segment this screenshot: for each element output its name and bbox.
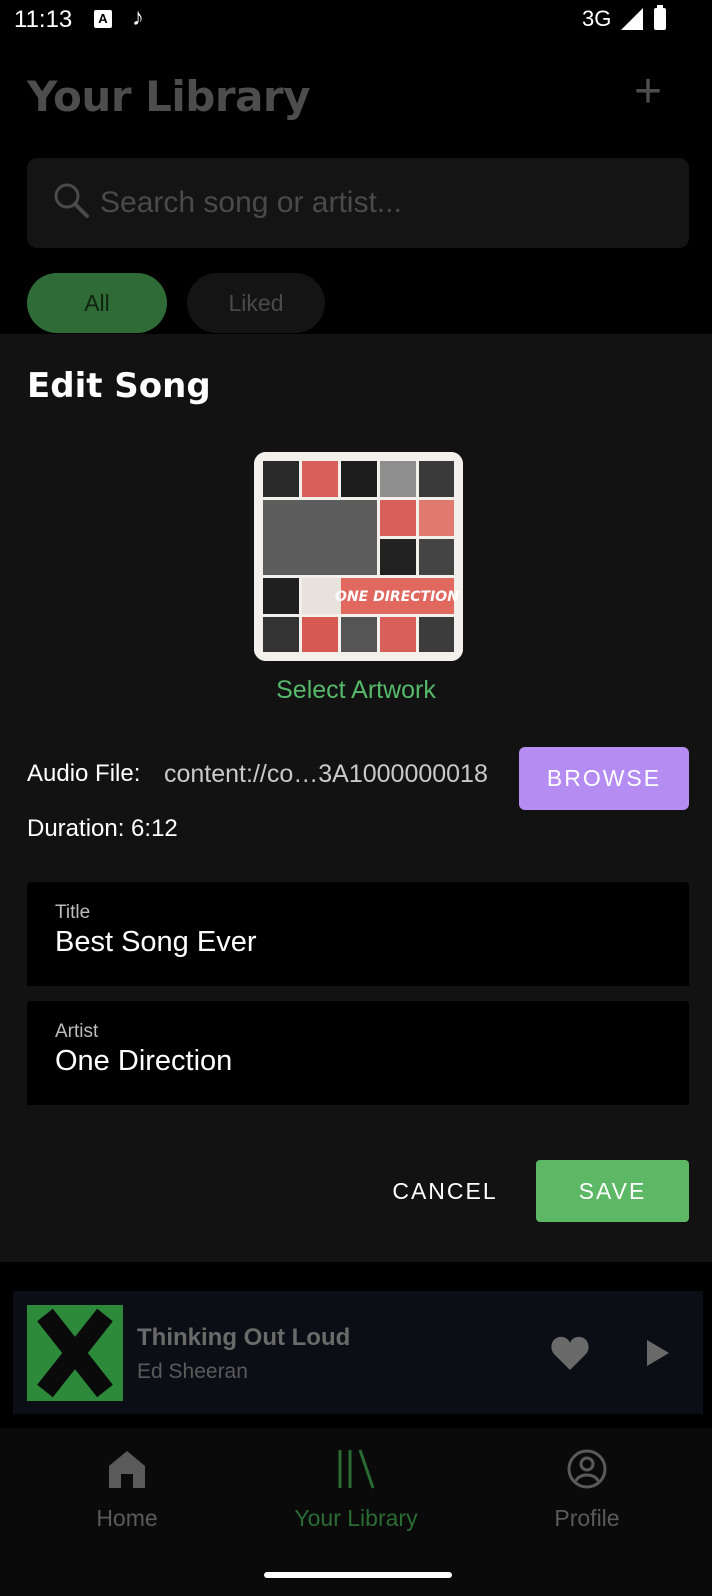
album-collage: ONE DIRECTION [254,452,463,661]
cancel-button[interactable]: CANCEL [385,1160,505,1222]
browse-button[interactable]: BROWSE [519,747,689,810]
notification-a-icon: A [94,10,112,28]
save-button[interactable]: SAVE [536,1160,689,1222]
audio-file-path: content://co…3A1000000018 [164,760,488,788]
artwork-caption: ONE DIRECTION [335,589,459,605]
search-placeholder: Search song or artist... [100,186,402,219]
mini-player-title: Thinking Out Loud [137,1324,351,1351]
x-album-icon [37,1308,113,1398]
title-field-value[interactable]: Best Song Ever [55,926,257,959]
nav-label-library: Your Library [294,1505,418,1531]
artwork-image[interactable]: ONE DIRECTION [254,452,463,661]
network-type: 3G [582,6,612,31]
mini-player-artist: Ed Sheeran [137,1360,248,1383]
title-field-label: Title [55,902,91,923]
heart-icon[interactable] [550,1334,590,1372]
home-icon [109,1451,145,1488]
battery-icon [654,5,666,30]
audio-file-label: Audio File: [27,760,141,787]
library-icon [338,1449,375,1489]
nav-label-home: Home [96,1505,158,1531]
add-icon[interactable]: + [634,64,662,119]
status-time: 11:13 [14,6,73,33]
mini-player-artwork [27,1305,123,1401]
artist-field[interactable]: Artist One Direction [27,1001,689,1105]
duration-text: Duration: 6:12 [27,815,178,842]
search-icon [54,183,89,218]
signal-icon [621,8,643,30]
filter-chip-liked[interactable]: Liked [187,273,325,333]
filter-chip-all[interactable]: All [27,273,167,333]
artist-field-label: Artist [55,1021,99,1042]
profile-icon [567,1449,607,1489]
gesture-bar[interactable] [264,1572,452,1578]
title-field[interactable]: Title Best Song Ever [27,882,689,986]
dialog-title: Edit Song [27,366,211,406]
artist-field-value[interactable]: One Direction [55,1045,232,1078]
page-title: Your Library [27,72,311,121]
music-note-icon: ♪ [132,4,144,31]
select-artwork-link[interactable]: Select Artwork [0,676,712,705]
play-icon[interactable] [645,1338,671,1368]
nav-label-profile: Profile [554,1505,620,1531]
